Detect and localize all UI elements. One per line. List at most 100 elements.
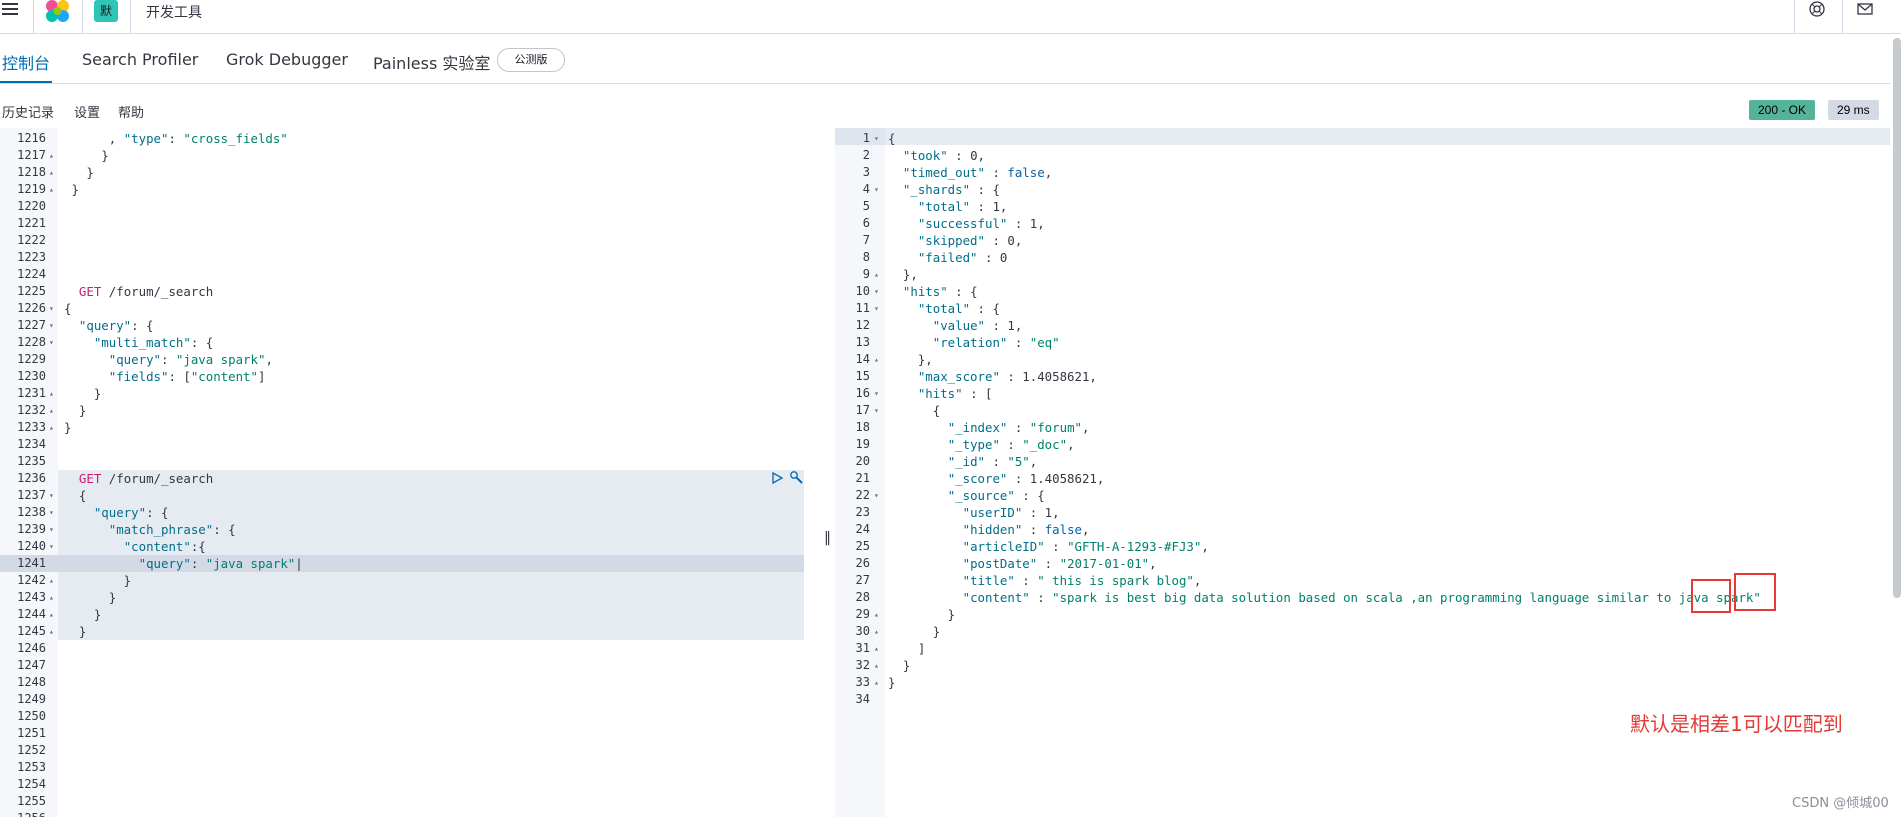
code-line[interactable]: "postDate" : "2017-01-01", bbox=[888, 555, 1157, 572]
fold-close-icon[interactable]: ▴ bbox=[874, 266, 879, 283]
settings-link[interactable]: 设置 bbox=[74, 102, 100, 121]
code-line[interactable]: { bbox=[888, 402, 940, 419]
resizer-grip-icon[interactable]: ‖ bbox=[824, 530, 831, 546]
fold-open-icon[interactable]: ▾ bbox=[874, 300, 879, 317]
code-line[interactable]: "_score" : 1.4058621, bbox=[888, 470, 1105, 487]
code-line[interactable]: } bbox=[888, 623, 940, 640]
code-line[interactable]: "content":{ bbox=[64, 538, 206, 555]
code-line[interactable]: "total" : { bbox=[888, 300, 1000, 317]
page-scrollbar-thumb[interactable] bbox=[1893, 38, 1901, 598]
code-line[interactable]: GET /forum/_search bbox=[64, 470, 213, 487]
code-line[interactable]: } bbox=[888, 674, 895, 691]
code-line[interactable]: } bbox=[64, 181, 78, 198]
mail-icon[interactable] bbox=[1856, 0, 1876, 20]
code-line[interactable]: "timed_out" : false, bbox=[888, 164, 1052, 181]
fold-close-icon[interactable]: ▴ bbox=[49, 419, 54, 436]
code-line[interactable]: "value" : 1, bbox=[888, 317, 1023, 334]
fold-close-icon[interactable]: ▴ bbox=[49, 164, 54, 181]
code-line[interactable]: { bbox=[64, 300, 71, 317]
code-line[interactable]: }, bbox=[888, 266, 918, 283]
kibana-logo-icon[interactable] bbox=[44, 0, 72, 22]
code-line[interactable]: } bbox=[64, 147, 108, 164]
code-line[interactable]: } bbox=[64, 402, 86, 419]
fold-open-icon[interactable]: ▾ bbox=[874, 283, 879, 300]
code-line[interactable]: "_id" : "5", bbox=[888, 453, 1038, 470]
code-line[interactable]: "content" : "spark is best big data solu… bbox=[888, 589, 1761, 606]
code-line[interactable]: "fields": ["content"] bbox=[64, 368, 266, 385]
fold-close-icon[interactable]: ▴ bbox=[49, 572, 54, 589]
menu-icon[interactable] bbox=[0, 0, 22, 22]
tab-search-profiler[interactable]: Search Profiler bbox=[82, 50, 198, 69]
code-line[interactable]: , "type": "cross_fields" bbox=[64, 130, 288, 147]
code-line[interactable]: { bbox=[64, 487, 86, 504]
send-request-icon[interactable] bbox=[770, 471, 784, 485]
code-line[interactable]: }, bbox=[888, 351, 933, 368]
fold-close-icon[interactable]: ▴ bbox=[49, 623, 54, 640]
code-line[interactable]: } bbox=[64, 419, 71, 436]
fold-open-icon[interactable]: ▾ bbox=[49, 317, 54, 334]
code-line[interactable]: GET /forum/_search bbox=[64, 283, 213, 300]
code-line[interactable]: { bbox=[888, 130, 895, 147]
fold-open-icon[interactable]: ▾ bbox=[874, 130, 879, 147]
fold-open-icon[interactable]: ▾ bbox=[49, 504, 54, 521]
code-line[interactable]: } bbox=[64, 164, 93, 181]
editor-resizer[interactable] bbox=[823, 128, 835, 817]
code-line[interactable]: "max_score" : 1.4058621, bbox=[888, 368, 1097, 385]
code-line[interactable]: "articleID" : "GFTH-A-1293-#FJ3", bbox=[888, 538, 1209, 555]
fold-close-icon[interactable]: ▴ bbox=[49, 606, 54, 623]
fold-close-icon[interactable]: ▴ bbox=[874, 640, 879, 657]
fold-open-icon[interactable]: ▾ bbox=[874, 402, 879, 419]
history-link[interactable]: 历史记录 bbox=[2, 102, 54, 121]
help-link[interactable]: 帮助 bbox=[118, 102, 144, 121]
fold-open-icon[interactable]: ▾ bbox=[874, 385, 879, 402]
fold-close-icon[interactable]: ▴ bbox=[49, 385, 54, 402]
code-line[interactable]: "title" : " this is spark blog", bbox=[888, 572, 1202, 589]
tab-grok-debugger[interactable]: Grok Debugger bbox=[226, 50, 348, 69]
code-line[interactable]: "query": "java spark"| bbox=[64, 555, 303, 572]
fold-open-icon[interactable]: ▾ bbox=[874, 487, 879, 504]
fold-open-icon[interactable]: ▾ bbox=[49, 300, 54, 317]
code-line[interactable]: "_shards" : { bbox=[888, 181, 1000, 198]
fold-open-icon[interactable]: ▾ bbox=[49, 538, 54, 555]
code-line[interactable]: "total" : 1, bbox=[888, 198, 1008, 215]
code-line[interactable]: } bbox=[64, 606, 101, 623]
fold-open-icon[interactable]: ▾ bbox=[874, 181, 879, 198]
space-avatar[interactable]: 默 bbox=[94, 0, 118, 22]
code-line[interactable]: } bbox=[64, 385, 101, 402]
code-line[interactable]: "userID" : 1, bbox=[888, 504, 1060, 521]
tab-console[interactable]: 控制台 bbox=[2, 50, 50, 74]
request-editor[interactable]: 1216 , "type": "cross_fields" 1217 ▴ } 1218… bbox=[0, 128, 823, 817]
fold-close-icon[interactable]: ▴ bbox=[874, 674, 879, 691]
code-line[interactable]: "query": { bbox=[64, 317, 154, 334]
code-line[interactable]: } bbox=[64, 589, 116, 606]
code-line[interactable]: "query": { bbox=[64, 504, 169, 521]
code-line[interactable]: "_index" : "forum", bbox=[888, 419, 1090, 436]
code-line[interactable]: "relation" : "eq" bbox=[888, 334, 1060, 351]
code-line[interactable]: ] bbox=[888, 640, 925, 657]
fold-close-icon[interactable]: ▴ bbox=[49, 402, 54, 419]
code-line[interactable]: "_source" : { bbox=[888, 487, 1045, 504]
fold-close-icon[interactable]: ▴ bbox=[874, 351, 879, 368]
code-line[interactable]: } bbox=[888, 657, 910, 674]
code-line[interactable]: "multi_match": { bbox=[64, 334, 213, 351]
fold-close-icon[interactable]: ▴ bbox=[49, 181, 54, 198]
fold-close-icon[interactable]: ▴ bbox=[49, 147, 54, 164]
fold-open-icon[interactable]: ▾ bbox=[49, 334, 54, 351]
code-line[interactable]: "query": "java spark", bbox=[64, 351, 273, 368]
code-line[interactable]: "failed" : 0 bbox=[888, 249, 1008, 266]
help-icon[interactable] bbox=[1808, 0, 1828, 20]
code-line[interactable]: "took" : 0, bbox=[888, 147, 985, 164]
fold-open-icon[interactable]: ▾ bbox=[49, 487, 54, 504]
fold-close-icon[interactable]: ▴ bbox=[874, 623, 879, 640]
code-line[interactable]: "_type" : "_doc", bbox=[888, 436, 1075, 453]
fold-close-icon[interactable]: ▴ bbox=[874, 657, 879, 674]
code-line[interactable]: } bbox=[888, 606, 955, 623]
code-line[interactable]: "match_phrase": { bbox=[64, 521, 236, 538]
code-line[interactable]: "successful" : 1, bbox=[888, 215, 1045, 232]
code-line[interactable]: "hidden" : false, bbox=[888, 521, 1090, 538]
wrench-icon[interactable] bbox=[789, 470, 803, 484]
fold-open-icon[interactable]: ▾ bbox=[49, 521, 54, 538]
tab-painless-lab[interactable]: Painless 实验室 bbox=[373, 50, 490, 74]
code-line[interactable]: "skipped" : 0, bbox=[888, 232, 1022, 249]
code-line[interactable]: } bbox=[64, 572, 131, 589]
